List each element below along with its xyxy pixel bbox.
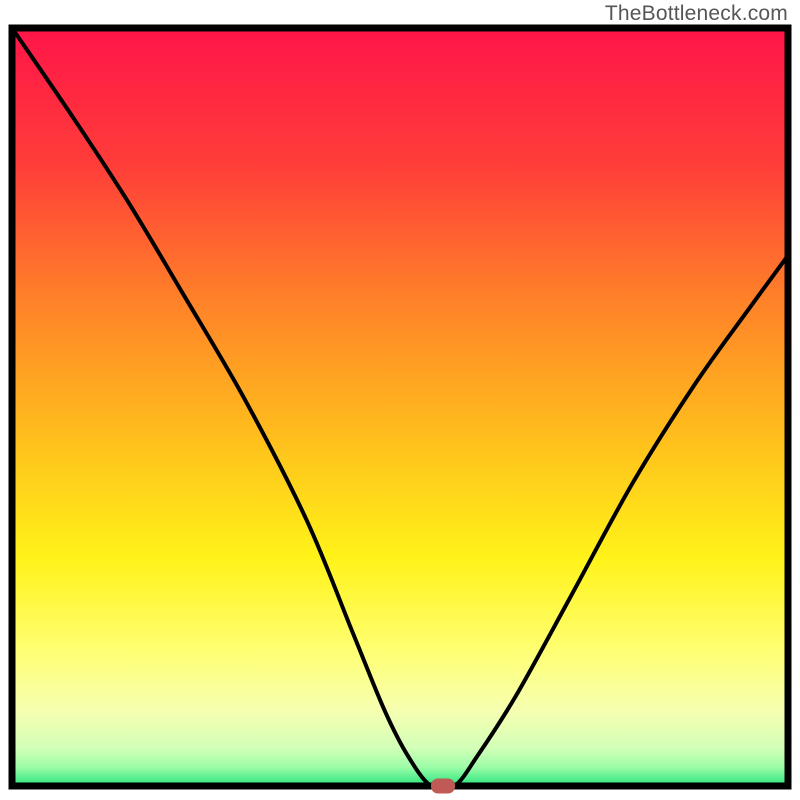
plot-background — [12, 28, 788, 786]
chart-stage: TheBottleneck.com — [0, 0, 800, 800]
optimal-point-marker — [431, 779, 455, 794]
bottleneck-chart — [0, 0, 800, 800]
